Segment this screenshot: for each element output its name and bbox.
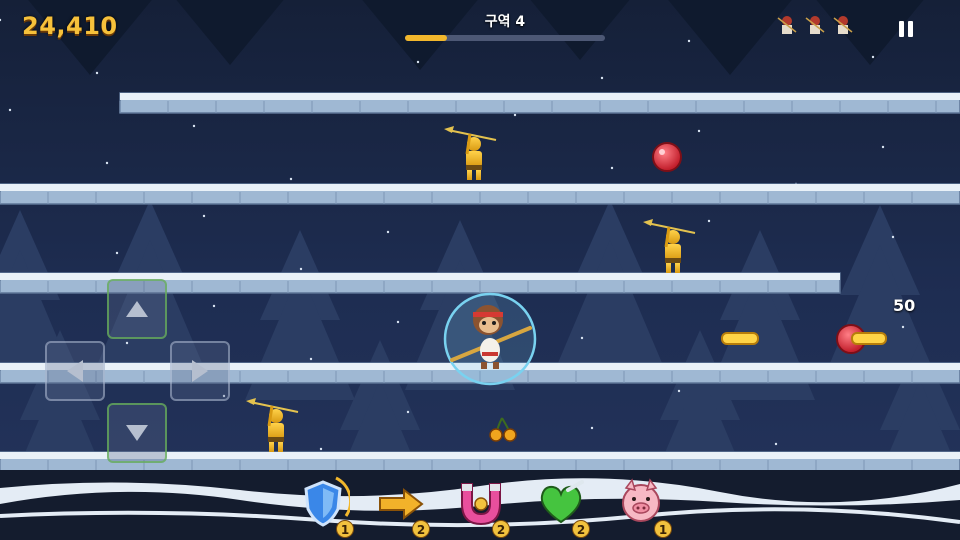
dash-powerup-button[interactable]: 2 bbox=[374, 476, 430, 538]
points-popup: 50 bbox=[893, 296, 916, 315]
triangle-down-icon bbox=[126, 425, 148, 441]
spear-warrior-enemy bbox=[643, 219, 696, 273]
spear-warrior-enemy bbox=[444, 126, 497, 180]
triangle-right-icon bbox=[192, 360, 208, 382]
powerup-count: 2 bbox=[572, 520, 590, 538]
cherry-collectible bbox=[489, 417, 517, 442]
pause-icon-bar bbox=[899, 21, 904, 37]
dpad-right-button[interactable] bbox=[170, 341, 230, 401]
gold-bar-collectible bbox=[851, 332, 887, 345]
life-icon bbox=[777, 16, 797, 34]
triangle-up-icon bbox=[126, 301, 148, 317]
shield-powerup-button[interactable]: 1 bbox=[296, 476, 354, 538]
powerup-count: 1 bbox=[654, 520, 672, 538]
heart-powerup-button[interactable]: 2 bbox=[534, 476, 590, 538]
pause-button[interactable] bbox=[893, 16, 919, 42]
powerup-count: 2 bbox=[412, 520, 430, 538]
life-icon bbox=[833, 16, 853, 34]
spear-warrior-enemy bbox=[246, 398, 299, 452]
red-orb-collectible bbox=[652, 142, 682, 172]
dpad-left-button[interactable] bbox=[45, 341, 105, 401]
player-monkey bbox=[443, 292, 537, 386]
dpad-up-button[interactable] bbox=[107, 279, 167, 339]
triangle-left-icon bbox=[67, 360, 83, 382]
life-icon bbox=[805, 16, 825, 34]
powerup-count: 1 bbox=[336, 520, 354, 538]
dpad-down-button[interactable] bbox=[107, 403, 167, 463]
pig-powerup-button[interactable]: 1 bbox=[614, 476, 672, 538]
zone-progress-fill bbox=[405, 35, 447, 41]
game-stage: 24,410 구역 4 50 1 2 2 2 1 bbox=[0, 0, 960, 540]
lives-indicator bbox=[776, 14, 854, 38]
magnet-powerup-button[interactable]: 2 bbox=[454, 476, 510, 538]
zone-label: 구역 4 bbox=[484, 14, 526, 30]
score-counter: 24,410 bbox=[22, 12, 118, 40]
pause-icon-bar bbox=[908, 21, 913, 37]
gold-bar-collectible bbox=[721, 332, 759, 345]
powerup-count: 2 bbox=[492, 520, 510, 538]
zone-progress-bar bbox=[405, 35, 605, 41]
